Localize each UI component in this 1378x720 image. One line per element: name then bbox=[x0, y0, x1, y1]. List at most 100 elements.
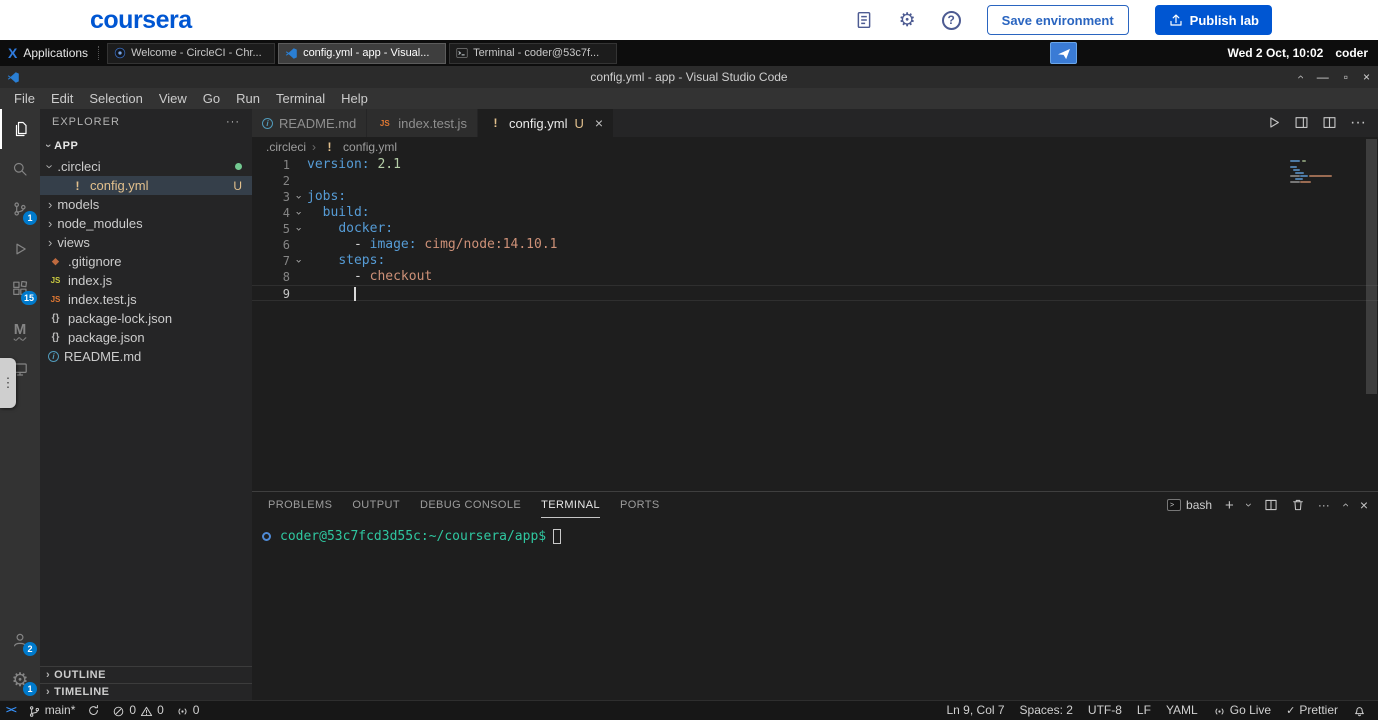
window-shade-button[interactable]: › bbox=[1293, 75, 1307, 79]
explorer-more-icon[interactable]: ··· bbox=[226, 116, 240, 128]
menu-help[interactable]: Help bbox=[333, 91, 376, 106]
activity-accounts[interactable]: 2 bbox=[0, 620, 40, 660]
activity-explorer[interactable] bbox=[0, 109, 40, 149]
editor-scrollbar[interactable] bbox=[1366, 139, 1377, 394]
taskbar-window-terminal-coder-53c7f[interactable]: Terminal - coder@53c7f... bbox=[449, 42, 618, 64]
fold-chevron-icon[interactable]: › bbox=[290, 205, 307, 221]
maximize-panel-icon[interactable]: › bbox=[1338, 503, 1352, 507]
breadcrumb-file[interactable]: config.yml bbox=[343, 140, 397, 154]
cursor-position[interactable]: Ln 9, Col 7 bbox=[947, 703, 1005, 717]
tab-index-test-js[interactable]: JS index.test.js bbox=[367, 109, 478, 137]
ports-item[interactable]: 0 bbox=[176, 703, 199, 717]
breadcrumb-folder[interactable]: .circleci bbox=[266, 140, 306, 154]
activity-settings[interactable]: ⚙ 1 bbox=[0, 660, 40, 700]
panel-tab-debug-console[interactable]: DEBUG CONSOLE bbox=[420, 492, 521, 518]
window-minimize-button[interactable]: — bbox=[1317, 70, 1329, 84]
git-branch-item[interactable]: main* bbox=[28, 703, 75, 717]
taskbar-window-welcome-circleci-chr[interactable]: Welcome - CircleCI - Chr... bbox=[107, 42, 276, 64]
terminal-instance[interactable]: > bash bbox=[1167, 498, 1212, 512]
terminal-view[interactable]: coder@53c7fcd3d55c:~/coursera/app$ bbox=[252, 518, 1378, 544]
tab-config-yml[interactable]: ! config.yml U × bbox=[477, 109, 615, 137]
activity-extensions[interactable]: 15 bbox=[0, 269, 40, 309]
applications-menu[interactable]: Applications bbox=[23, 46, 88, 60]
tree-item-node-modules[interactable]: › node_modules bbox=[40, 214, 252, 233]
problems-item[interactable]: 00 bbox=[112, 703, 164, 717]
workspace-root[interactable]: › APP bbox=[40, 135, 252, 157]
activity-run-debug[interactable] bbox=[0, 229, 40, 269]
menu-run[interactable]: Run bbox=[228, 91, 268, 106]
fold-chevron-icon[interactable]: › bbox=[290, 253, 307, 269]
sync-icon[interactable] bbox=[87, 704, 100, 717]
menu-terminal[interactable]: Terminal bbox=[268, 91, 333, 106]
panel-more-icon[interactable]: ··· bbox=[1318, 498, 1330, 512]
panel-tab-terminal[interactable]: TERMINAL bbox=[541, 492, 600, 518]
tree-item-models[interactable]: › models bbox=[40, 195, 252, 214]
tree-item-views[interactable]: › views bbox=[40, 233, 252, 252]
code-line-9[interactable]: 9 bbox=[252, 285, 1378, 301]
breadcrumb[interactable]: .circleci › ! config.yml bbox=[252, 137, 1378, 157]
activity-m-extension[interactable]: M bbox=[0, 309, 40, 349]
tree-item-package-json[interactable]: {} package.json bbox=[40, 328, 252, 347]
fold-chevron-icon[interactable]: › bbox=[290, 221, 307, 237]
tree-item-circleci[interactable]: › .circleci bbox=[40, 157, 252, 176]
menu-file[interactable]: File bbox=[6, 91, 43, 106]
minimap[interactable] bbox=[1290, 160, 1360, 187]
layout-icon[interactable] bbox=[1294, 114, 1309, 132]
publish-lab-button[interactable]: Publish lab bbox=[1154, 5, 1272, 35]
tree-item-gitignore[interactable]: ◆ .gitignore bbox=[40, 252, 252, 271]
window-close-button[interactable]: × bbox=[1363, 70, 1370, 84]
panel-tab-ports[interactable]: PORTS bbox=[620, 492, 660, 518]
kill-terminal-icon[interactable] bbox=[1291, 498, 1305, 513]
code-line-1[interactable]: 1 version: 2.1 bbox=[252, 157, 1378, 173]
window-maximize-button[interactable]: ▫ bbox=[1344, 70, 1348, 84]
tree-item-index-js[interactable]: JS index.js bbox=[40, 271, 252, 290]
remote-indicator[interactable]: >< bbox=[6, 705, 17, 716]
tree-item-index-test-js[interactable]: JS index.test.js bbox=[40, 290, 252, 309]
tree-item-package-lock-json[interactable]: {} package-lock.json bbox=[40, 309, 252, 328]
timeline-section[interactable]: › TIMELINE bbox=[40, 683, 252, 700]
split-terminal-icon[interactable] bbox=[1264, 498, 1278, 513]
code-line-5[interactable]: 5 › docker: bbox=[252, 221, 1378, 237]
code-line-2[interactable]: 2 bbox=[252, 173, 1378, 189]
indentation[interactable]: Spaces: 2 bbox=[1020, 703, 1073, 717]
code-line-4[interactable]: 4 › build: bbox=[252, 205, 1378, 221]
notes-icon[interactable] bbox=[855, 11, 873, 29]
menu-edit[interactable]: Edit bbox=[43, 91, 81, 106]
panel-tab-problems[interactable]: PROBLEMS bbox=[268, 492, 332, 518]
bell-icon[interactable] bbox=[1353, 704, 1366, 717]
menu-selection[interactable]: Selection bbox=[81, 91, 150, 106]
panel-tab-output[interactable]: OUTPUT bbox=[352, 492, 400, 518]
tree-item-config-yml[interactable]: ! config.yml U bbox=[40, 176, 252, 195]
x11-logo-icon[interactable]: X bbox=[8, 45, 17, 61]
run-file-icon[interactable] bbox=[1266, 114, 1281, 132]
help-icon[interactable]: ? bbox=[941, 10, 961, 30]
tray-icon[interactable] bbox=[1050, 42, 1078, 64]
code-line-3[interactable]: 3 › jobs: bbox=[252, 189, 1378, 205]
outline-section[interactable]: › OUTLINE bbox=[40, 666, 252, 683]
terminal-profiles-chevron-icon[interactable]: › bbox=[1242, 503, 1256, 507]
code-line-8[interactable]: 8 - checkout bbox=[252, 269, 1378, 285]
code-line-6[interactable]: 6 - image: cimg/node:14.10.1 bbox=[252, 237, 1378, 253]
code-editor[interactable]: 1 version: 2.1 2 3 › jobs: 4 › build: 5 › docker:… bbox=[252, 157, 1378, 491]
go-live-item[interactable]: Go Live bbox=[1213, 703, 1271, 717]
gear-icon[interactable]: ⚙ bbox=[899, 11, 916, 30]
menu-go[interactable]: Go bbox=[195, 91, 228, 106]
activity-source-control[interactable]: 1 bbox=[0, 189, 40, 229]
more-actions-icon[interactable]: ··· bbox=[1350, 114, 1366, 132]
eol-selector[interactable]: LF bbox=[1137, 703, 1151, 717]
close-icon[interactable]: × bbox=[595, 115, 603, 131]
tree-item-readme-md[interactable]: i README.md bbox=[40, 347, 252, 366]
taskbar-window-config-yml-app-visual[interactable]: config.yml - app - Visual... bbox=[278, 42, 447, 64]
split-editor-icon[interactable] bbox=[1322, 114, 1337, 132]
code-line-7[interactable]: 7 › steps: bbox=[252, 253, 1378, 269]
save-environment-button[interactable]: Save environment bbox=[986, 5, 1129, 35]
side-drawer-handle[interactable]: ⋮ bbox=[0, 358, 16, 408]
fold-chevron-icon[interactable]: › bbox=[290, 189, 307, 205]
menu-view[interactable]: View bbox=[151, 91, 195, 106]
activity-search[interactable] bbox=[0, 149, 40, 189]
prettier-item[interactable]: ✓ Prettier bbox=[1286, 703, 1338, 717]
encoding[interactable]: UTF-8 bbox=[1088, 703, 1122, 717]
language-mode[interactable]: YAML bbox=[1166, 703, 1198, 717]
new-terminal-icon[interactable]: + bbox=[1225, 497, 1234, 514]
taskbar-clock[interactable]: Wed 2 Oct, 10:02 bbox=[1227, 46, 1323, 60]
